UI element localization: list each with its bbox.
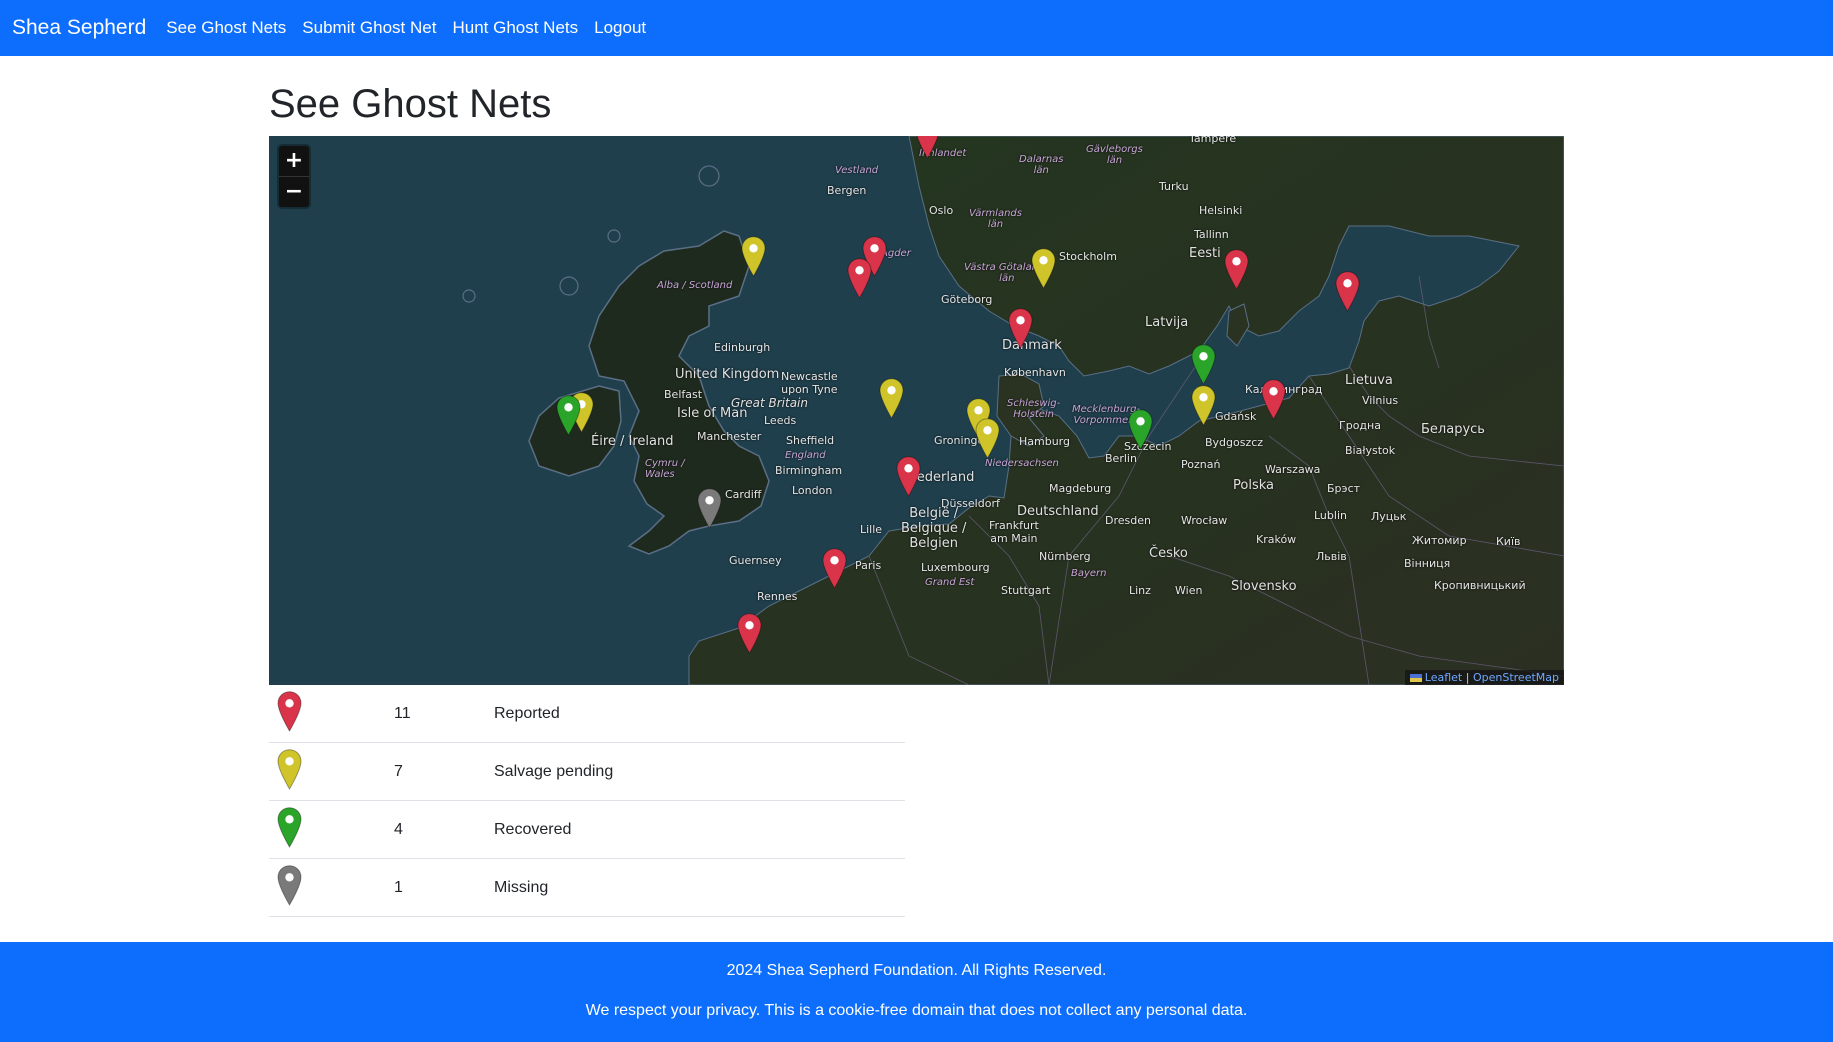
legend-count: 11 [394,685,494,743]
marker-salvage-pending[interactable] [879,378,904,419]
denmark-landmass [996,373,1045,447]
marker-recovered[interactable] [1191,344,1216,385]
zoom-out-button[interactable]: − [279,176,309,207]
nav-hunt-ghost-nets[interactable]: Hunt Ghost Nets [452,18,578,38]
ghost-net-map[interactable]: Tampere Innlandet Dalarnas län Gävleborg… [269,136,1564,685]
marker-reported[interactable] [896,456,921,497]
legend-label: Salvage pending [494,742,905,801]
legend-count: 7 [394,742,494,801]
nav-see-ghost-nets[interactable]: See Ghost Nets [166,18,286,38]
zoom-in-button[interactable]: + [279,146,309,176]
marker-salvage-pending[interactable] [741,236,766,277]
footer-copyright: 2024 Shea Sepherd Foundation. All Rights… [726,962,1107,979]
reported-marker-icon [277,690,302,736]
marker-recovered[interactable] [1128,409,1153,450]
openstreetmap-link[interactable]: OpenStreetMap [1473,671,1559,684]
legend-label: Recovered [494,800,905,859]
page-title: See Ghost Nets [269,82,552,126]
legend-label: Missing [494,858,905,917]
status-legend-table: 11 Reported 7 Salvage pending 4 Recovere… [269,685,905,917]
legend-row: 7 Salvage pending [269,742,905,801]
marker-salvage-pending[interactable] [1191,385,1216,426]
marker-reported[interactable] [822,548,847,589]
marker-reported[interactable] [1008,308,1033,349]
map-basemap [462,136,1564,685]
marker-salvage-pending[interactable] [1031,248,1056,289]
legend-row: 4 Recovered [269,800,905,859]
salvage-pending-marker-icon [277,748,302,794]
marker-reported[interactable] [1224,249,1249,290]
legend-label: Reported [494,685,905,743]
missing-marker-icon [277,864,302,910]
navbar: Shea Sepherd See Ghost Nets Submit Ghost… [0,0,1833,56]
marker-missing[interactable] [697,488,722,529]
legend-row: 11 Reported [269,685,905,743]
marker-recovered[interactable] [556,395,581,436]
marker-reported[interactable] [1261,379,1286,420]
legend-row: 1 Missing [269,858,905,917]
zoom-control: + − [279,146,309,207]
footer: 2024 Shea Sepherd Foundation. All Rights… [0,942,1833,1042]
legend-count: 1 [394,858,494,917]
recovered-marker-icon [277,806,302,852]
nav-submit-ghost-net[interactable]: Submit Ghost Net [302,18,436,38]
nav-logout[interactable]: Logout [594,18,646,38]
legend-count: 4 [394,800,494,859]
marker-reported[interactable] [1335,271,1360,312]
gotland-landmass [1226,303,1250,347]
marker-reported[interactable] [847,258,872,299]
brand-link[interactable]: Shea Sepherd [12,16,146,40]
footer-privacy: We respect your privacy. This is a cooki… [585,1002,1248,1019]
ukraine-flag-icon [1409,674,1422,682]
leaflet-link[interactable]: Leaflet [1425,671,1462,684]
marker-reported[interactable] [915,136,940,159]
continent-landmass [688,136,1564,685]
marker-reported[interactable] [737,613,762,654]
marker-salvage-pending[interactable] [975,418,1000,459]
attribution-separator: | [1465,671,1470,684]
map-attribution: Leaflet | OpenStreetMap [1404,670,1564,685]
